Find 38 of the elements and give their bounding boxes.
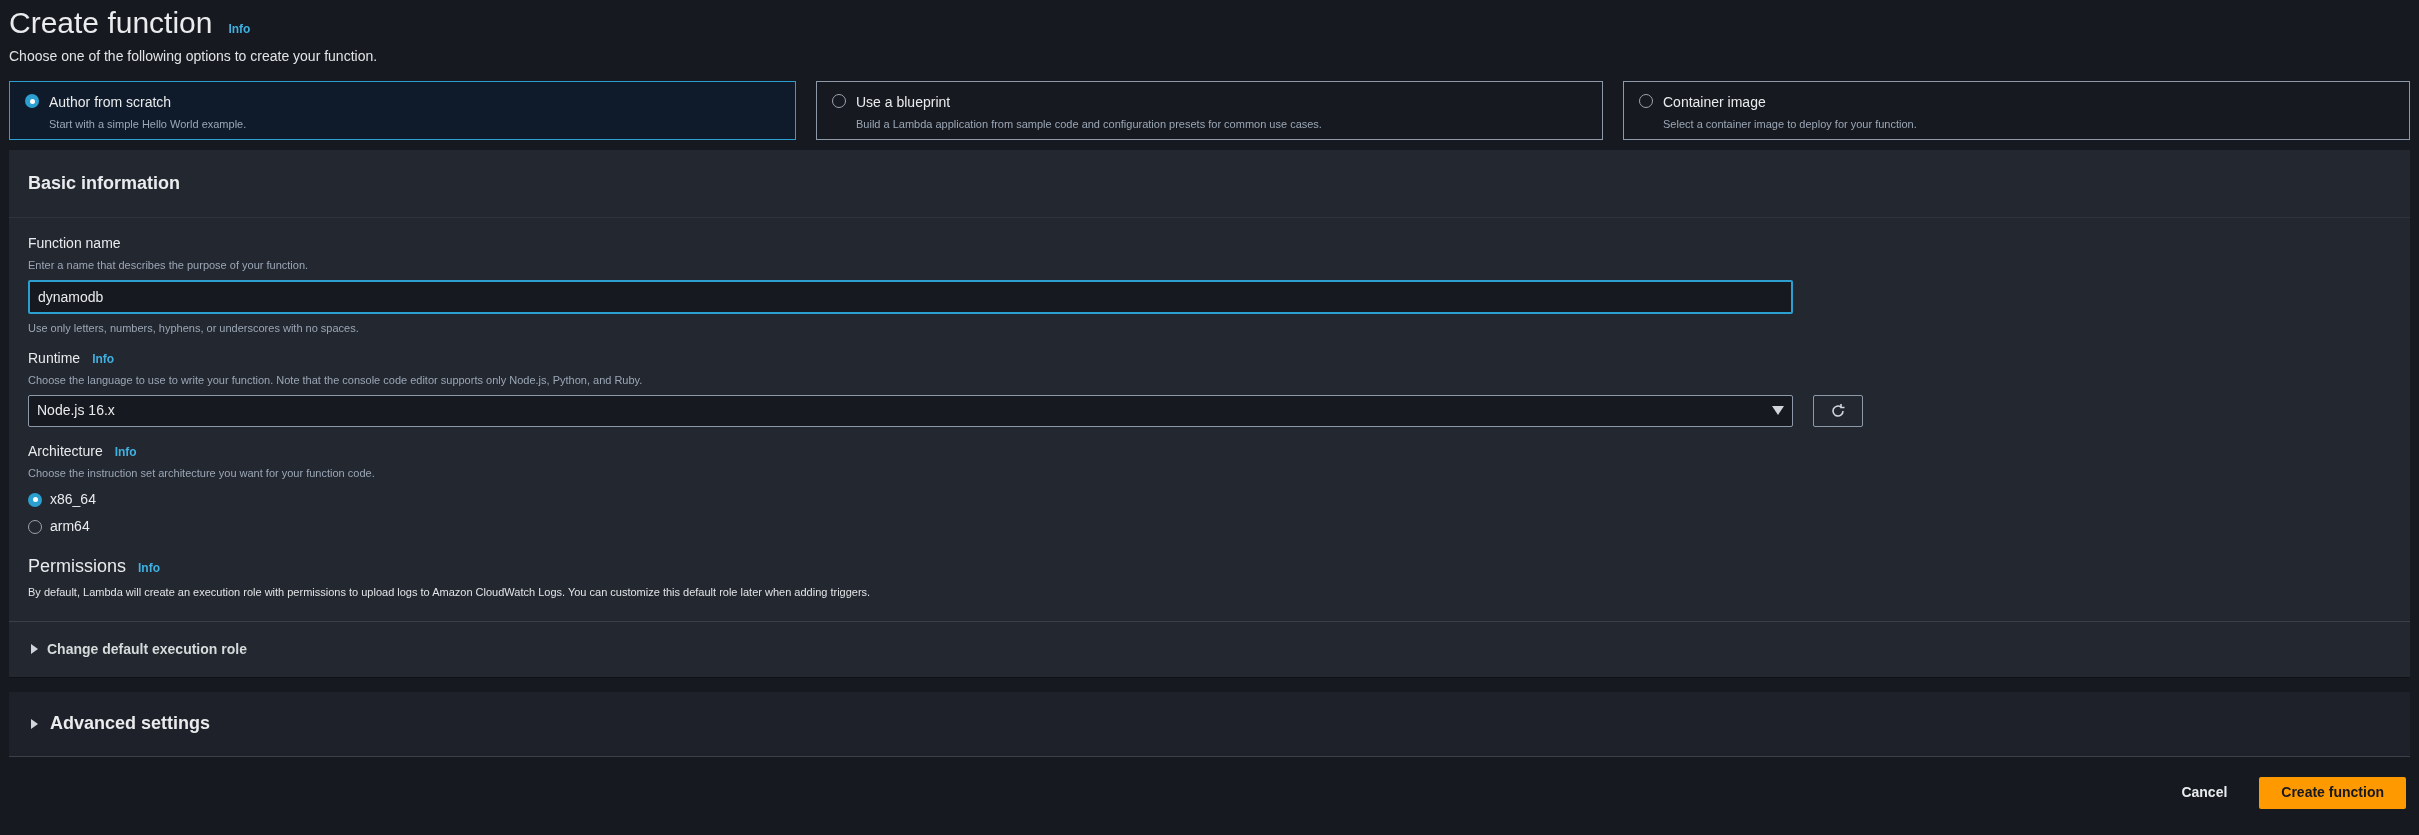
cancel-button[interactable]: Cancel	[2177, 776, 2232, 809]
radio-label: x86_64	[50, 490, 96, 509]
option-card[interactable]: Use a blueprint Build a Lambda application from sample code and configuration presets for common use cases.	[816, 81, 1603, 140]
option-title: Use a blueprint	[856, 93, 952, 112]
function-name-field[interactable]: dynamodb	[28, 279, 1793, 314]
page-description: Choose one of the following options to create your function.	[9, 47, 379, 66]
runtime-select[interactable]: Node.js 16.x	[28, 394, 1793, 427]
refresh-icon	[1830, 402, 1846, 419]
permissions-description: By default, Lambda will create an execution role with permissions to upload logs to Amazon CloudWatch Logs. You can customize this default role later when adding triggers.	[28, 585, 872, 600]
page-title: Create function	[9, 6, 213, 40]
section-title: Permissions	[28, 555, 127, 578]
radio-label: arm64	[50, 517, 90, 536]
field-label: Runtime	[28, 349, 81, 368]
panel-title: Basic information	[28, 172, 181, 195]
info-link[interactable]: Info	[92, 350, 115, 368]
radio-button[interactable]	[28, 492, 42, 507]
execution-role-toggle[interactable]: Change default execution role	[9, 620, 2410, 677]
field-description: Choose the instruction set architecture you want for your function code.	[28, 465, 376, 481]
field-description: Enter a name that describes the purpose of your function.	[28, 258, 310, 273]
caret-down-icon	[1772, 406, 1784, 415]
radio-button[interactable]	[25, 94, 39, 108]
field-description: Choose the language to use to write your function. Note that the console code editor supports only Node.js, Python, and Ruby.	[28, 373, 644, 388]
option-card[interactable]: Container image Select a container image to deploy for your function.	[1623, 81, 2410, 140]
field-label: Architecture	[28, 441, 103, 461]
create-function-button[interactable]: Create function	[2259, 776, 2406, 809]
info-link[interactable]: Info	[114, 442, 137, 461]
advanced-settings-panel[interactable]: Advanced settings	[9, 691, 2410, 757]
option-card[interactable]: Author from scratch Start with a simple Hello World example.	[9, 81, 796, 140]
info-link[interactable]: Info	[138, 559, 161, 577]
field-constraint: Use only letters, numbers, hyphens, or underscores with no spaces.	[28, 320, 360, 336]
option-description: Start with a simple Hello World example.	[49, 117, 247, 132]
option-title: Author from scratch	[49, 93, 173, 112]
option-title: Container image	[1663, 93, 1767, 112]
field-label: Function name	[28, 234, 122, 253]
refresh-button[interactable]	[1813, 394, 1863, 427]
info-link[interactable]: Info	[228, 20, 251, 38]
option-description: Build a Lambda application from sample code and configuration presets for common use cases.	[856, 117, 1322, 132]
option-description: Select a container image to deploy for your function.	[1663, 117, 1917, 132]
